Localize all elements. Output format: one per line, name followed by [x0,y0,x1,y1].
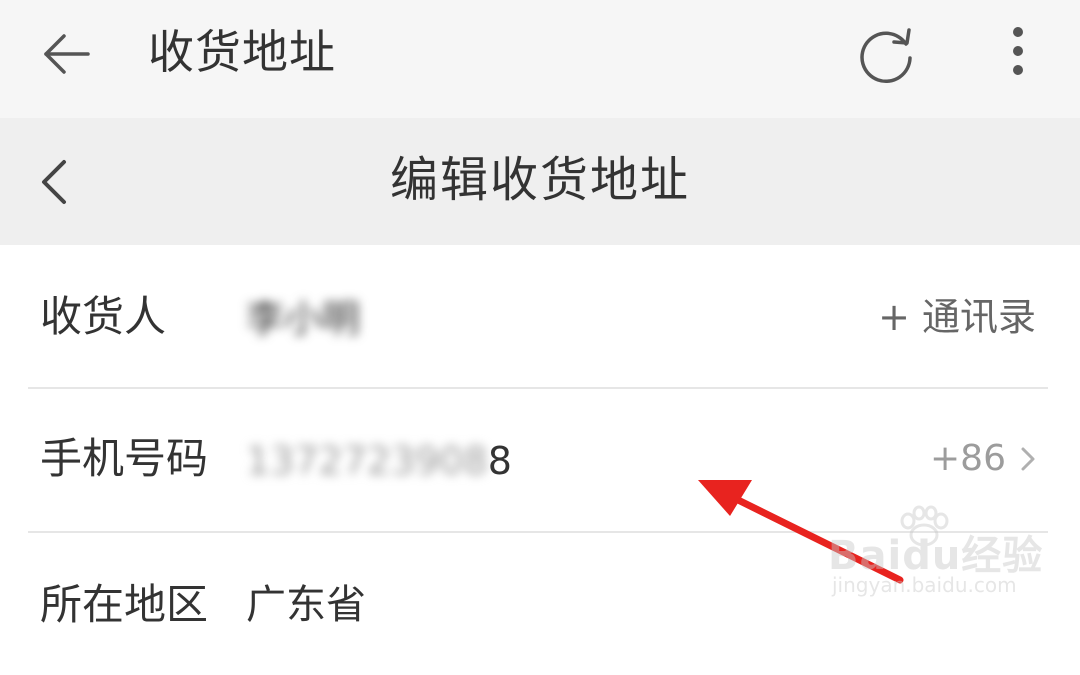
chevron-right-icon [1021,447,1035,471]
refresh-icon [860,28,912,84]
contacts-button[interactable]: + 通讯录 [878,289,1036,345]
refresh-button[interactable] [856,22,918,84]
recipient-label: 收货人 [40,292,167,341]
back-button[interactable] [40,26,96,82]
more-vertical-icon [1013,27,1023,75]
more-button[interactable] [998,22,1038,82]
phone-label: 手机号码 [40,434,209,483]
region-value: 广东省 [246,582,366,628]
page-header: 编辑收货地址 [0,118,1080,245]
phone-number-input[interactable]: 13727239088 [246,433,512,489]
subpage-title: 编辑收货地址 [389,152,690,208]
app-bar: 收货地址 [0,0,1080,118]
phone-number-last-digit: 8 [487,439,512,483]
page-title: 收货地址 [148,25,336,79]
phone-number-masked: 1372723908 [246,439,488,483]
baidu-watermark: Baidu经验 jingyan.baidu.com [828,505,1058,605]
country-code: +86 [930,438,1006,479]
watermark-url: jingyan.baidu.com [832,573,1017,597]
recipient-name-input[interactable]: 李小明 [246,291,360,347]
country-code-selector[interactable]: +86 [930,431,1038,487]
recipient-row: 收货人 李小明 + 通讯录 [0,245,1080,387]
arrow-left-icon [44,34,90,74]
region-label: 所在地区 [40,580,209,629]
